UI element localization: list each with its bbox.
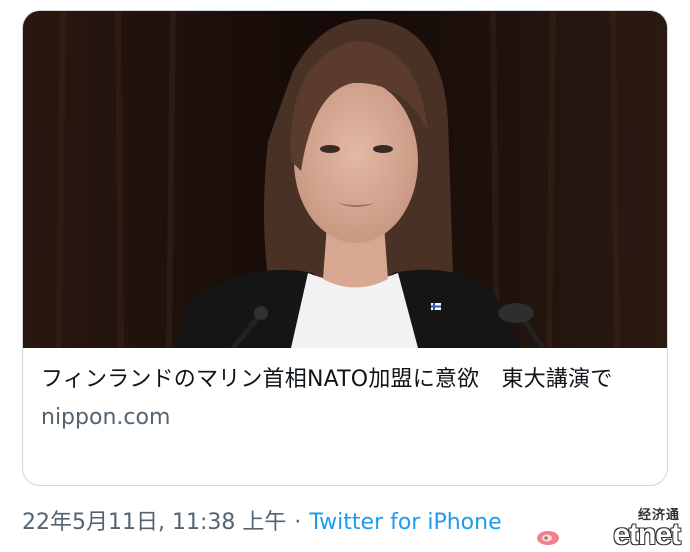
tweet-meta: 22年5月11日, 11:38 上午 · Twitter for iPhone	[22, 508, 502, 538]
tweet-source-link[interactable]: Twitter for iPhone	[309, 510, 501, 535]
tweet-timestamp[interactable]: 22年5月11日, 11:38 上午	[22, 510, 286, 535]
preview-image[interactable]	[23, 11, 667, 348]
card-headline[interactable]: フィンランドのマリン首相NATO加盟に意欲 東大講演で	[41, 363, 653, 397]
link-preview-card[interactable]: フィンランドのマリン首相NATO加盟に意欲 東大講演で nippon.com	[22, 10, 668, 486]
watermark: 经济通 etnet	[536, 500, 686, 551]
watermark-logo: etnet	[613, 518, 681, 551]
weibo-icon	[537, 531, 559, 545]
card-domain: nippon.com	[41, 405, 171, 430]
speaker-photo	[23, 11, 667, 348]
meta-separator: ·	[294, 510, 302, 535]
